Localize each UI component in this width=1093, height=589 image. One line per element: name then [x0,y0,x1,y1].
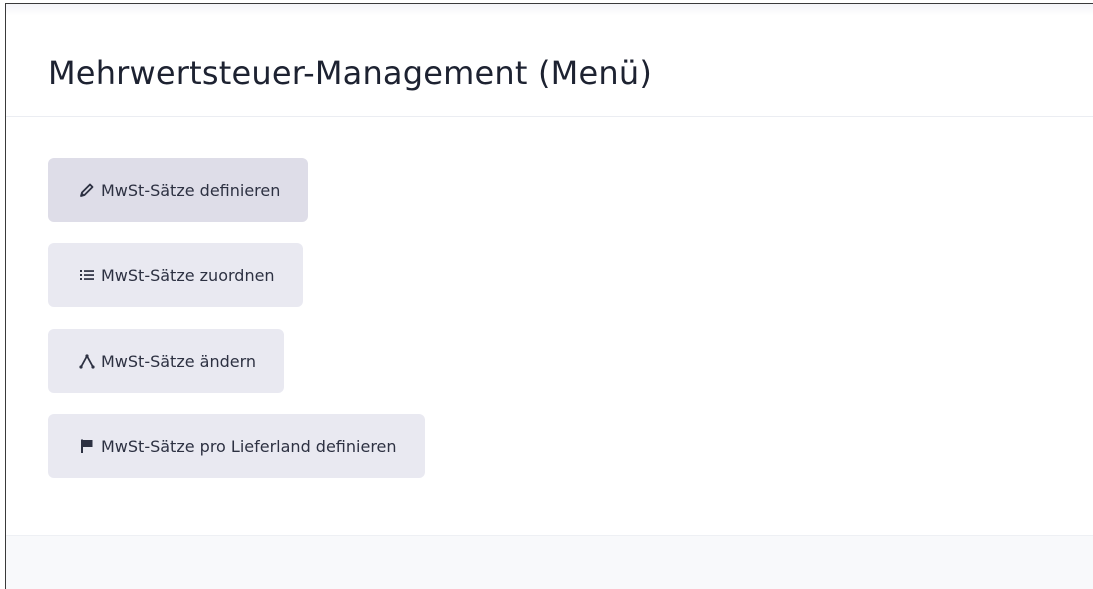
list-icon [78,266,96,284]
change-vat-rates-label: MwSt-Sätze ändern [101,351,257,371]
card-footer [6,535,1093,589]
define-vat-rates-per-country-label: MwSt-Sätze pro Lieferland definieren [101,436,397,456]
top-strip [6,4,1093,16]
change-icon [78,352,96,370]
main-panel: Mehrwertsteuer-Management (Menü) MwSt-Sä… [5,3,1093,589]
flag-icon [78,437,96,455]
assign-vat-rates-button[interactable]: MwSt-Sätze zuordnen [48,243,303,307]
pencil-icon [78,181,96,199]
define-vat-rates-button[interactable]: MwSt-Sätze definieren [48,158,309,222]
card-header: Mehrwertsteuer-Management (Menü) [6,16,1093,117]
define-vat-rates-per-country-button[interactable]: MwSt-Sätze pro Lieferland definieren [48,414,425,478]
menu-body: MwSt-Sätze definieren MwSt-Sätze zuordne… [6,117,1093,535]
assign-vat-rates-label: MwSt-Sätze zuordnen [101,265,275,285]
define-vat-rates-label: MwSt-Sätze definieren [101,180,281,200]
change-vat-rates-button[interactable]: MwSt-Sätze ändern [48,329,285,393]
page-title: Mehrwertsteuer-Management (Menü) [48,54,653,92]
